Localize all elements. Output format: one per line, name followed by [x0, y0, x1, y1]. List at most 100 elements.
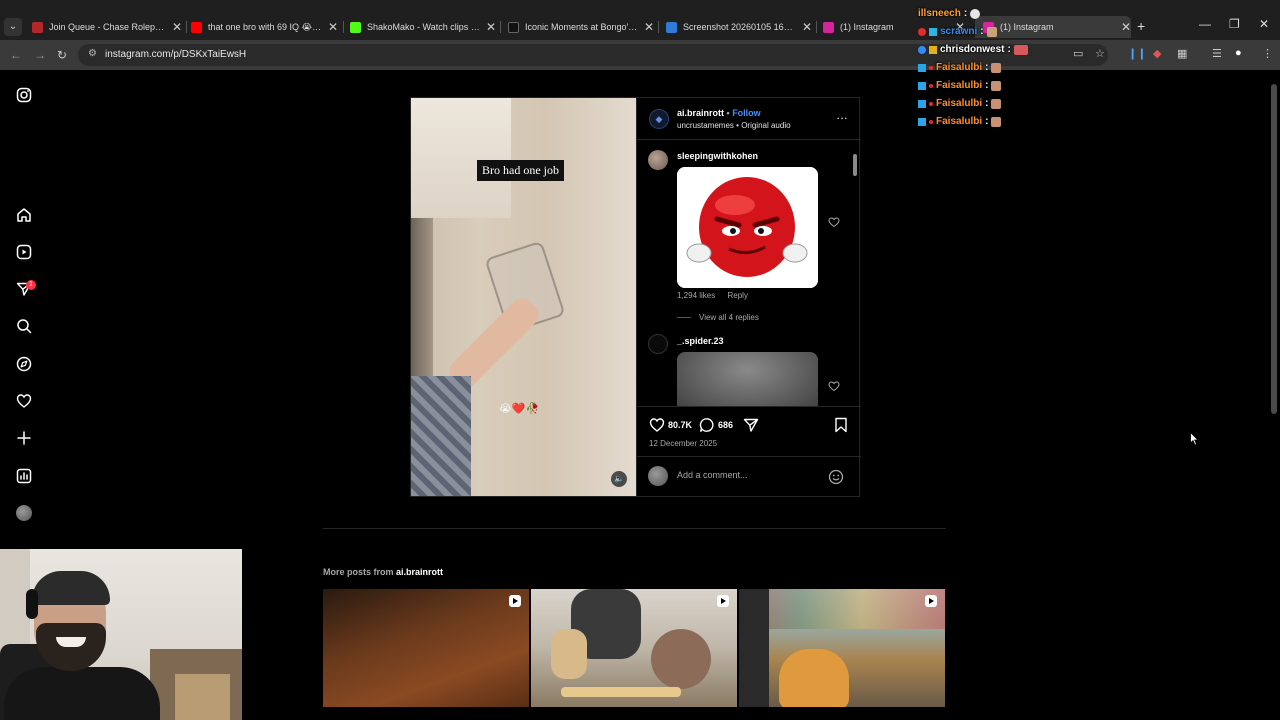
add-comment-input[interactable]: [677, 470, 817, 480]
comments-scrollbar[interactable]: [852, 142, 858, 406]
author-avatar[interactable]: ◆: [649, 109, 669, 129]
maximize-button[interactable]: ❐: [1229, 17, 1240, 31]
badge-icon: [918, 27, 926, 36]
notifications-icon[interactable]: [14, 391, 34, 411]
chat-username: Faisalulbi: [936, 98, 983, 109]
more-post-thumbnail[interactable]: [531, 589, 737, 707]
more-posts-heading: More posts from ai.brainrott: [323, 567, 443, 577]
like-button[interactable]: 80.7K: [649, 417, 692, 433]
reels-icon[interactable]: [14, 242, 34, 262]
author-username[interactable]: ai.brainrott: [677, 108, 724, 118]
like-comment-icon[interactable]: [828, 380, 840, 392]
more-post-thumbnail[interactable]: [739, 589, 945, 707]
close-icon[interactable]: ✕: [644, 20, 654, 34]
forward-icon[interactable]: →: [34, 48, 46, 62]
tab-kick-clips[interactable]: ShakoMako - Watch clips on K… ✕: [350, 16, 496, 38]
badge-icon: [929, 101, 933, 106]
commenter-avatar[interactable]: [648, 334, 668, 354]
tab-search-button[interactable]: ⌄: [4, 18, 22, 36]
media-queue-icon[interactable]: ☰: [1212, 47, 1222, 60]
commenter-username[interactable]: _.spider.23: [677, 336, 724, 346]
close-icon[interactable]: ✕: [328, 20, 338, 34]
profile-icon[interactable]: ●: [1235, 47, 1242, 59]
url-text[interactable]: instagram.com/p/DSKxTaiEwsH: [105, 49, 246, 60]
post-video[interactable]: Bro had one job 😭❤️🥀 🔈: [411, 98, 636, 496]
tab-instagram-active[interactable]: (1) Instagram ✕: [975, 16, 1131, 38]
chase-favicon-icon: [32, 21, 43, 33]
search-icon[interactable]: [14, 316, 34, 336]
window-close-button[interactable]: ✕: [1259, 17, 1269, 31]
page-scrollbar[interactable]: [1271, 84, 1277, 414]
chat-message: Faisalulbi :: [918, 80, 1002, 91]
instagram-icon[interactable]: [14, 85, 34, 105]
post-actions: 80.7K 686 12 December 2025: [637, 406, 861, 456]
audio-line: uncrustamemes • Original audio: [677, 121, 791, 130]
badge-icon: [918, 99, 926, 108]
explore-icon[interactable]: [14, 354, 34, 374]
back-icon[interactable]: ←: [10, 48, 22, 62]
post-sidebar: ◆ ai.brainrott • Follow uncrustamemes • …: [636, 98, 861, 496]
emote-icon: [991, 98, 1002, 109]
close-icon[interactable]: ✕: [802, 20, 812, 34]
badge-icon: [918, 117, 926, 126]
extension-audio-icon[interactable]: ❙❙: [1128, 47, 1146, 60]
tab-screenshot[interactable]: Screenshot 20260105 164036 … ✕: [666, 16, 812, 38]
more-posts-username[interactable]: ai.brainrott: [396, 567, 443, 577]
badge-icon: [918, 81, 926, 90]
chat-username: chrisdonwest: [940, 44, 1005, 55]
more-post-thumbnail[interactable]: [323, 589, 529, 707]
extensions-puzzle-icon[interactable]: ▦: [1177, 47, 1187, 60]
menu-kebab-icon[interactable]: ⋮: [1262, 47, 1273, 60]
close-icon[interactable]: ✕: [172, 20, 182, 34]
mouse-cursor-icon: [1190, 432, 1199, 446]
create-icon[interactable]: [14, 428, 34, 448]
view-replies-button[interactable]: View all 4 replies: [677, 313, 759, 322]
reload-icon[interactable]: ↻: [57, 48, 67, 62]
home-icon[interactable]: [14, 205, 34, 225]
comments-list: sleepingwithkohen 1,294 likes Reply View…: [637, 140, 861, 406]
commenter-avatar[interactable]: [648, 150, 668, 170]
profile-avatar[interactable]: [16, 505, 32, 521]
video-emoji-overlay: 😭❤️🥀: [499, 403, 540, 415]
instagram-favicon-icon: [823, 21, 834, 33]
dashboard-icon[interactable]: [14, 466, 34, 486]
badge-icon: [929, 83, 933, 88]
close-icon[interactable]: ✕: [1121, 20, 1131, 34]
share-button[interactable]: [743, 417, 762, 433]
extension-icon[interactable]: ◆: [1153, 47, 1161, 60]
comment-sticker: [677, 352, 818, 406]
tab-chase-roleplay[interactable]: Join Queue - Chase Roleplay ✕: [32, 16, 182, 38]
tab-youtube-video[interactable]: that one bro with 69 IQ 😭 #c… ✕: [191, 16, 338, 38]
chat-username: Faisalulbi: [936, 80, 983, 91]
cast-icon[interactable]: ▭: [1073, 47, 1083, 60]
emote-icon: [1013, 44, 1028, 55]
mute-button[interactable]: 🔈: [611, 471, 627, 487]
site-info-icon[interactable]: ⚙: [88, 48, 97, 59]
heart-icon: [649, 418, 665, 432]
follow-button[interactable]: Follow: [732, 108, 761, 118]
minimize-button[interactable]: —: [1199, 17, 1211, 31]
chat-message: illsneech :: [918, 8, 981, 19]
comment-button[interactable]: 686: [699, 417, 733, 433]
like-count: 80.7K: [668, 420, 693, 430]
chat-username: Faisalulbi: [936, 116, 983, 127]
close-icon[interactable]: ✕: [486, 20, 496, 34]
new-tab-button[interactable]: +: [1137, 18, 1145, 34]
audio-user[interactable]: uncrustamemes: [677, 121, 734, 130]
comment-icon: [699, 418, 714, 432]
bookmark-star-icon[interactable]: ☆: [1095, 47, 1105, 60]
comment-likes[interactable]: 1,294 likes: [677, 291, 715, 300]
tab-tiktok-bongos[interactable]: Iconic Moments at Bongo's Bin… ✕: [508, 16, 654, 38]
like-comment-icon[interactable]: [828, 216, 840, 228]
more-options-icon[interactable]: …: [836, 108, 849, 122]
save-button[interactable]: [834, 417, 851, 433]
comment-count: 686: [718, 420, 734, 430]
scrollbar-thumb[interactable]: [853, 154, 857, 176]
commenter-username[interactable]: sleepingwithkohen: [677, 151, 758, 161]
reply-button[interactable]: Reply: [727, 291, 747, 300]
chat-username: illsneech: [918, 8, 961, 19]
emoji-icon[interactable]: [828, 469, 844, 485]
video-scene: [411, 98, 511, 218]
post-card: Bro had one job 😭❤️🥀 🔈 ◆ ai.brainrott • …: [410, 97, 861, 497]
audio-label[interactable]: Original audio: [741, 121, 790, 130]
